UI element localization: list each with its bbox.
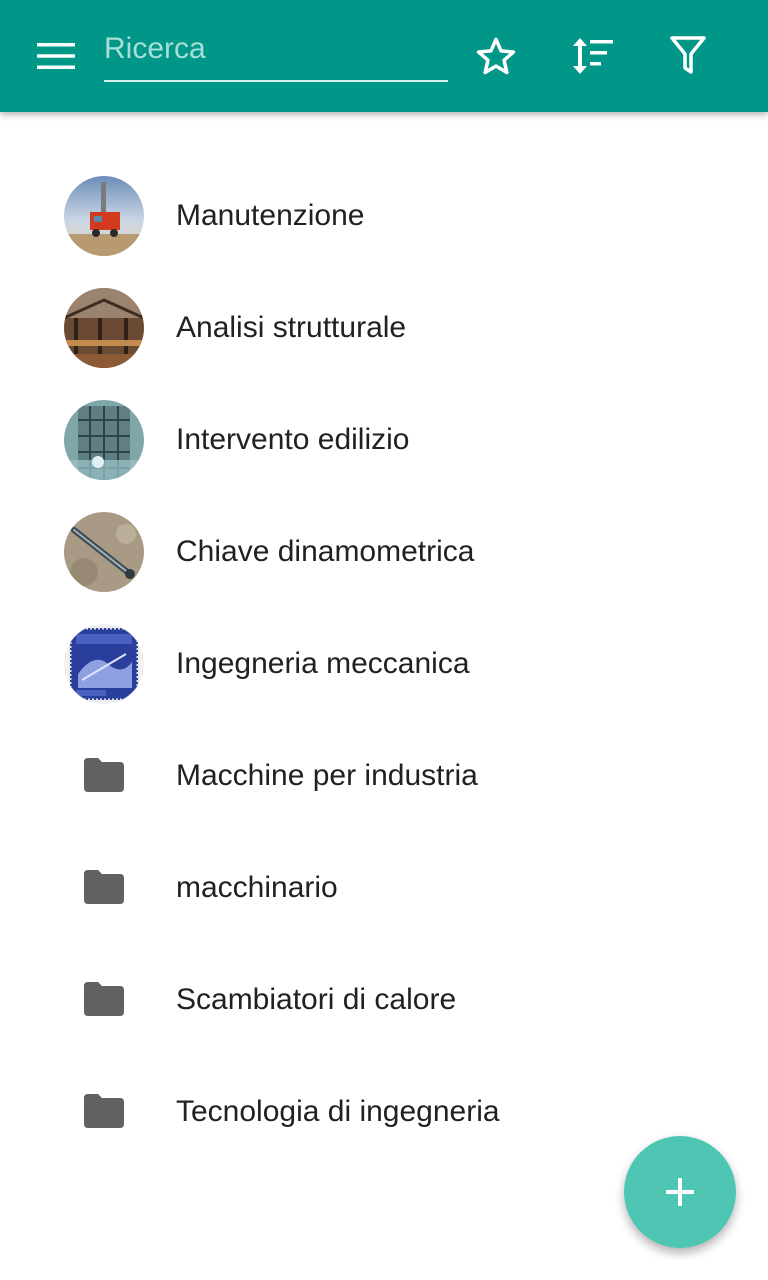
sort-icon <box>573 38 613 74</box>
folder-icon <box>84 758 124 792</box>
item-label: Intervento edilizio <box>176 423 410 456</box>
search-field <box>104 22 448 82</box>
item-label: Chiave dinamometrica <box>176 535 475 568</box>
scaffolding-building-photo <box>64 400 144 480</box>
drilling-rig-photo <box>64 176 144 256</box>
favorites-button[interactable] <box>464 24 528 88</box>
item-label: Ingegneria meccanica <box>176 647 470 680</box>
item-label: Tecnologia di ingegneria <box>176 1095 500 1128</box>
filter-button[interactable] <box>656 24 720 88</box>
list-item[interactable]: Chiave dinamometrica <box>0 496 768 608</box>
item-label: macchinario <box>176 871 338 904</box>
folder-icon <box>84 982 124 1016</box>
item-label: Manutenzione <box>176 199 365 232</box>
list-item[interactable]: Manutenzione <box>0 160 768 272</box>
menu-button[interactable] <box>24 24 88 88</box>
search-input[interactable] <box>104 22 448 76</box>
folder-icon <box>84 870 124 904</box>
folder-icon <box>84 1094 124 1128</box>
filter-icon <box>670 36 706 74</box>
list-item[interactable]: Intervento edilizio <box>0 384 768 496</box>
app-bar <box>0 0 768 112</box>
list-item[interactable]: Macchine per industria <box>0 720 768 832</box>
category-list: Manutenzione Analisi strutturale Interve… <box>0 160 768 1168</box>
torque-wrench-photo <box>64 512 144 592</box>
star-outline-icon <box>476 37 516 75</box>
item-label: Scambiatori di calore <box>176 983 457 1016</box>
blue-stamp-image <box>64 624 144 704</box>
list-item[interactable]: Analisi strutturale <box>0 272 768 384</box>
menu-icon <box>37 43 75 69</box>
item-label: Analisi strutturale <box>176 311 407 344</box>
add-icon <box>666 1178 694 1206</box>
list-item[interactable]: Scambiatori di calore <box>0 944 768 1056</box>
add-button[interactable] <box>624 1136 736 1248</box>
list-item[interactable]: macchinario <box>0 832 768 944</box>
list-item[interactable]: Ingegneria meccanica <box>0 608 768 720</box>
item-label: Macchine per industria <box>176 759 478 792</box>
sort-button[interactable] <box>560 24 624 88</box>
building-construction-photo <box>64 288 144 368</box>
